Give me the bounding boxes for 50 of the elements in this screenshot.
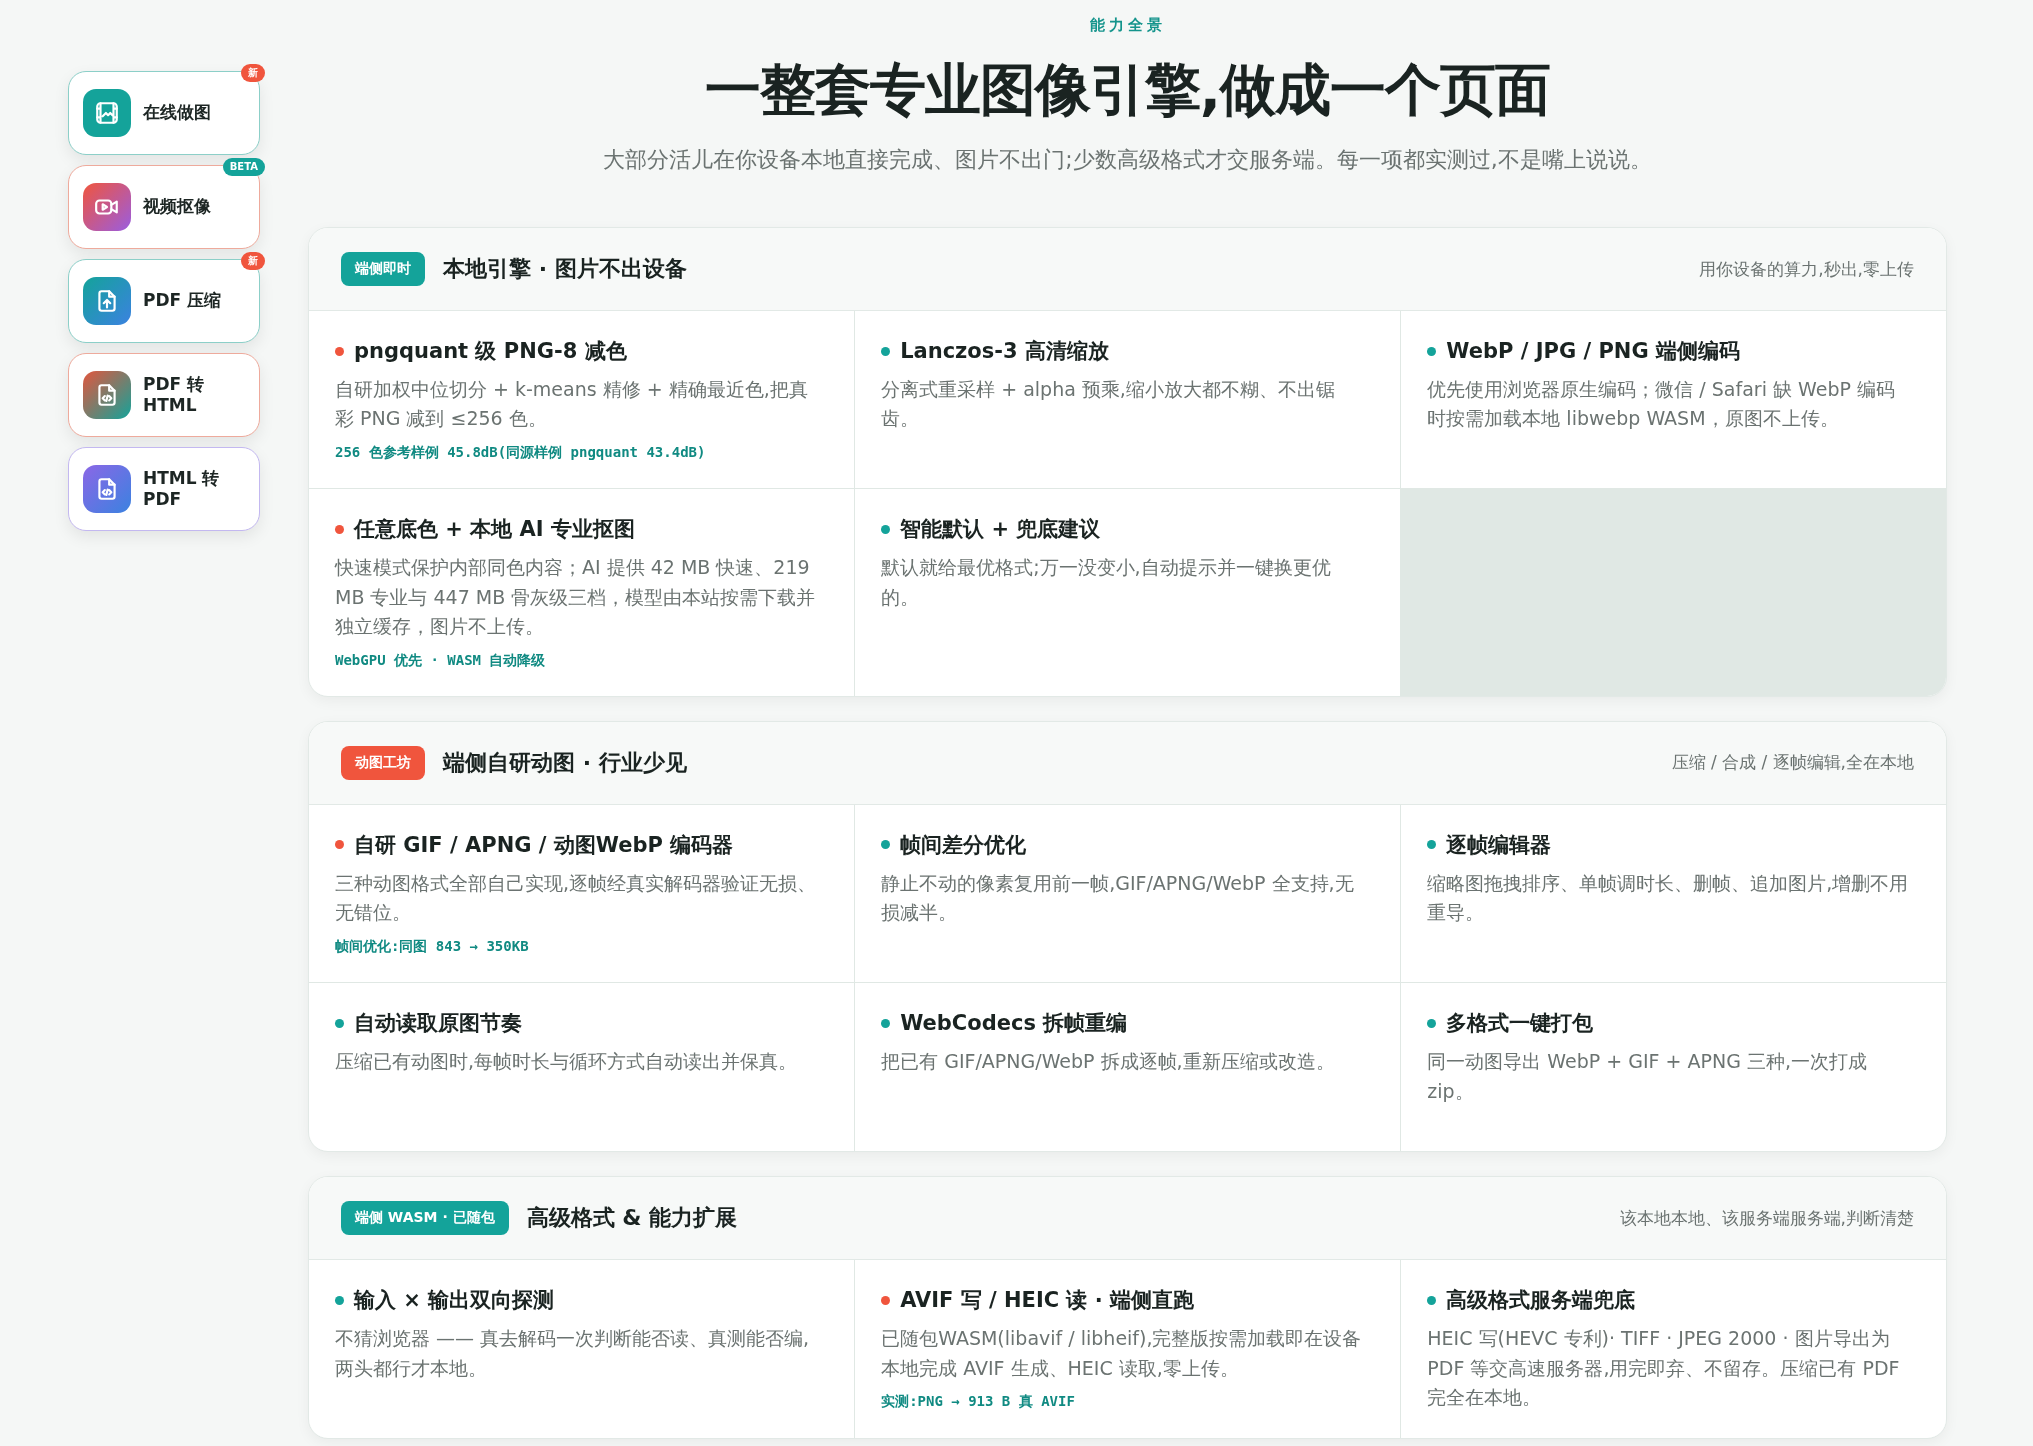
- feature-description: 把已有 GIF/APNG/WebP 拆成逐帧,重新压缩或改造。: [881, 1049, 1336, 1075]
- panel-tag: 端侧 WASM · 已随包: [341, 1201, 509, 1236]
- feature-title: Lanczos-3 高清缩放: [900, 338, 1109, 365]
- tool-link[interactable]: PDF 转 HTML: [68, 353, 260, 437]
- feature-description: 分离式重采样 + alpha 预乘,缩小放大都不糊、不出锯齿。: [881, 377, 1336, 432]
- feature-description: 静止不动的像素复用前一帧,GIF/APNG/WebP 全支持,无损减半。: [881, 870, 1355, 926]
- feature-title: WebP / JPG / PNG 端侧编码: [1446, 338, 1740, 365]
- panel-tag: 动图工坊: [341, 745, 425, 780]
- benchmark-note: 256 色参考样例 45.8dB(同源样例 pngquant 43.4dB): [335, 443, 707, 462]
- feature-title: AVIF 写 / HEIC 读 · 端侧直跑: [900, 1287, 1195, 1315]
- feature-description: 快速模式保护内部同色内容；AI 提供 42 MB 快速、219 MB 专业与 447 MB 骨灰级三档，模型由本站按需下载并独立缓存，图片不上传。: [335, 555, 817, 640]
- feature-title: 输入 × 输出双向探测: [354, 1287, 555, 1315]
- panel-caption: 该本地本地、该服务端服务端,判断清楚: [1619, 1206, 1914, 1230]
- feature-description: 缩略图拖拽排序、单帧调时长、删帧、追加图片,增删不用重导。: [1427, 870, 1910, 926]
- feature-title: pngquant 级 PNG-8 减色: [354, 338, 627, 365]
- feature-title: 智能默认 + 兜底建议: [900, 516, 1101, 544]
- picture-frame-icon: [94, 100, 120, 126]
- section-kicker: 能力全景: [1088, 16, 1167, 35]
- feature-title: 高级格式服务端兜底: [1446, 1287, 1636, 1315]
- tool-link[interactable]: HTML 转 PDF: [68, 447, 260, 531]
- panel-caption: 用你设备的算力,秒出,零上传: [1699, 257, 1914, 281]
- feature-title: 多格式一键打包: [1446, 1010, 1594, 1038]
- panel-title: 本地引擎 · 图片不出设备: [443, 255, 688, 283]
- feature-title: 任意底色 + 本地 AI 专业抠图: [354, 516, 635, 544]
- feature-title: WebCodecs 拆帧重编: [900, 1010, 1128, 1038]
- page-title: 一整套专业图像引擎,做成一个页面: [703, 56, 1552, 124]
- panel-title: 端侧自研动图 · 行业少见: [443, 748, 688, 777]
- panel-title: 高级格式 & 能力扩展: [526, 1204, 739, 1233]
- feature-description: 同一动图导出 WebP + GIF + APNG 三种,一次打成 zip。: [1427, 1049, 1868, 1104]
- feature-title: 自研 GIF / APNG / 动图WebP 编码器: [354, 831, 734, 859]
- feature-title: 逐帧编辑器: [1446, 831, 1552, 859]
- panel-caption: 压缩 / 合成 / 逐帧编辑,全在本地: [1671, 751, 1914, 775]
- tool-badge: 新: [241, 64, 265, 82]
- page-subtitle: 大部分活儿在你设备本地直接完成、图片不出门;少数高级格式才交服务端。每一项都实测过,不是嘴上说说。: [602, 146, 1653, 174]
- feature-description: 已随包WASM(libavif / libheif),完整版按需加载即在设备本地完成 AVIF 生成、HEIC 读取,零上传。: [881, 1326, 1363, 1381]
- feature-description: 不猜浏览器 —— 真去解码一次判断能否读、真测能否编,两头都行才本地。: [335, 1326, 811, 1381]
- tool-badge: 新: [241, 252, 265, 270]
- feature-description: 自研加权中位切分 + k-means 精修 + 精确最近色,把真彩 PNG 减到 ≤256 色。: [335, 377, 809, 432]
- benchmark-note: 实测:PNG → 913 B 真 AVIF: [881, 1392, 1076, 1411]
- feature-description: 优先使用浏览器原生编码；微信 / Safari 缺 WebP 编码时按需加载本地 libwebp WASM，原图不上传。: [1427, 377, 1896, 432]
- feature-description: 默认就给最优格式;万一没变小,自动提示并一键换更优的。: [881, 555, 1332, 610]
- feature-description: 三种动图格式全部自己实现,逐帧经真实解码器验证无损、无错位。: [335, 870, 818, 926]
- tool-badge: BETA: [222, 158, 265, 176]
- benchmark-note: WebGPU 优先 · WASM 自动降级: [335, 651, 547, 670]
- feature-title: 自动读取原图节奏: [354, 1010, 522, 1038]
- feature-description: 压缩已有动图时,每帧时长与循环方式自动读出并保真。: [335, 1049, 799, 1075]
- panel-tag: 端侧即时: [341, 252, 425, 286]
- feature-description: HEIC 写(HEVC 专利)· TIFF · JPEG 2000 · 图片导出为 PDF 等交高速服务器,用完即弃、不留存。压缩已有 PDF 完全在本地。: [1427, 1326, 1901, 1410]
- feature-title: 帧间差分优化: [900, 831, 1027, 859]
- benchmark-note: 帧间优化:同图 843 → 350KB: [335, 937, 530, 956]
